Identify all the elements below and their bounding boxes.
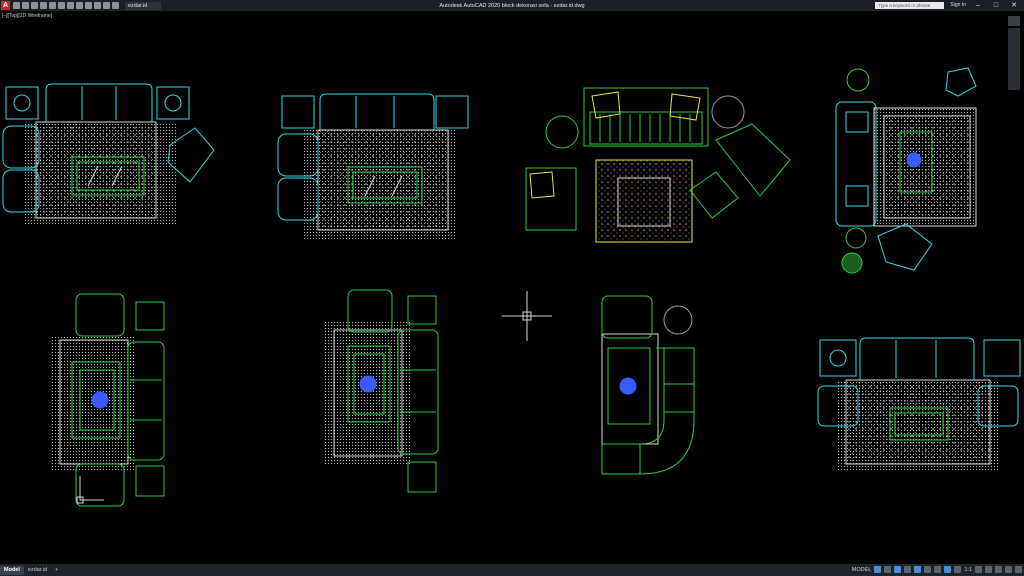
otrack-icon[interactable]	[924, 566, 932, 573]
quick-access-toolbar	[13, 2, 119, 9]
save-web-icon[interactable]	[58, 2, 65, 9]
undo-icon[interactable]	[76, 2, 83, 9]
clean-screen-icon[interactable]	[1005, 566, 1012, 573]
sofa-set-4[interactable]	[835, 67, 977, 274]
ortho-icon[interactable]	[894, 566, 902, 573]
minimize-button[interactable]: –	[972, 2, 984, 9]
crosshair-cursor	[502, 291, 552, 341]
plot-icon[interactable]	[67, 2, 74, 9]
status-toggles: MODEL 1:1	[852, 566, 1022, 573]
selection-icon[interactable]	[944, 566, 952, 573]
add-layout-button[interactable]: +	[51, 566, 62, 575]
save-as-icon[interactable]	[40, 2, 47, 9]
redo-icon[interactable]	[85, 2, 92, 9]
osnap-icon[interactable]	[914, 566, 922, 573]
title-bar: A ezdar.id Autodesk AutoCAD 2020 block d…	[0, 0, 1024, 11]
sofa-set-3[interactable]	[525, 87, 791, 243]
share-icon[interactable]	[94, 2, 101, 9]
gear-icon[interactable]	[975, 566, 982, 573]
tab-layout[interactable]: ezdar.id	[24, 566, 51, 575]
tab-model[interactable]: Model	[0, 565, 24, 575]
drawing-canvas[interactable]	[0, 11, 1024, 564]
grid-icon[interactable]	[874, 566, 882, 573]
lightbulb-icon[interactable]	[103, 2, 110, 9]
sign-in-button[interactable]: Sign In	[950, 2, 966, 8]
sofa-set-5[interactable]	[50, 293, 165, 507]
ucs-icon	[76, 476, 104, 504]
titlebar-right: Type a keyword or phrase Sign In – □ ✕	[875, 1, 1020, 9]
save-icon[interactable]	[31, 2, 38, 9]
polar-icon[interactable]	[904, 566, 912, 573]
sofa-set-7[interactable]	[601, 295, 695, 475]
workspace-icon[interactable]	[112, 2, 119, 9]
snap-icon[interactable]	[884, 566, 892, 573]
sofa-set-1[interactable]	[2, 83, 215, 226]
sofa-set-6[interactable]	[324, 289, 439, 493]
close-button[interactable]: ✕	[1008, 1, 1020, 9]
customize-menu-icon[interactable]	[1015, 566, 1022, 573]
search-input[interactable]: Type a keyword or phrase	[875, 1, 945, 9]
model-space-toggle[interactable]: MODEL	[852, 567, 872, 573]
file-tab[interactable]: ezdar.id	[125, 1, 162, 10]
new-icon[interactable]	[13, 2, 20, 9]
annotation-scale[interactable]: 1:1	[964, 567, 972, 573]
sofa-set-2[interactable]	[277, 93, 469, 240]
plus-icon[interactable]	[985, 566, 992, 573]
maximize-button[interactable]: □	[990, 2, 1002, 9]
open-web-icon[interactable]	[49, 2, 56, 9]
lineweight-icon[interactable]	[934, 566, 942, 573]
sofa-set-8[interactable]	[817, 337, 1021, 472]
isolate-icon[interactable]	[995, 566, 1002, 573]
open-icon[interactable]	[22, 2, 29, 9]
autocad-logo-icon[interactable]: A	[1, 1, 10, 10]
status-bar: Model ezdar.id + MODEL 1:1	[0, 564, 1024, 576]
annotation-visibility-icon[interactable]	[954, 566, 962, 573]
